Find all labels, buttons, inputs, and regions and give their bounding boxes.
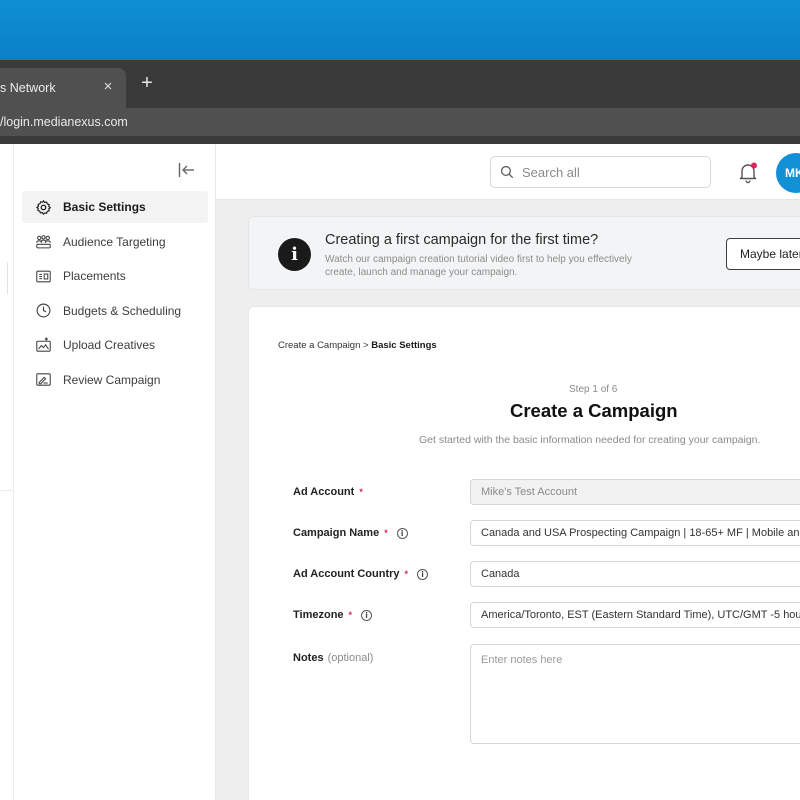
left-rail-divider — [0, 490, 14, 491]
timezone-field[interactable]: America/Toronto, EST (Eastern Standard T… — [470, 602, 800, 628]
country-label: Ad Account Country * i — [293, 568, 429, 580]
clock-icon — [34, 302, 52, 320]
gear-icon — [34, 198, 52, 216]
breadcrumb: Create a Campaign > Basic Settings — [278, 340, 437, 351]
campaign-form-card: Create a Campaign > Basic Settings Step … — [248, 306, 800, 800]
banner-subtitle: Watch our campaign creation tutorial vid… — [325, 254, 632, 278]
campaign-steps-sidebar: Basic Settings Audience Targeting Placem… — [14, 144, 216, 800]
sidebar-item-audience-targeting[interactable]: Audience Targeting — [22, 226, 208, 258]
notes-label-text: Notes — [293, 652, 324, 664]
main-content: MK i Creating a first campaign for the f… — [216, 144, 800, 800]
sidebar-item-label: Upload Creatives — [63, 338, 156, 352]
desktop-backdrop — [0, 0, 800, 60]
search-icon — [500, 165, 514, 179]
sidebar-nav: Basic Settings Audience Targeting Placem… — [22, 191, 208, 398]
maybe-later-button[interactable]: Maybe later — [726, 238, 800, 270]
collapse-left-icon[interactable] — [178, 162, 196, 178]
sidebar-item-label: Budgets & Scheduling — [63, 303, 182, 318]
ad-account-label: Ad Account * — [293, 486, 363, 498]
browser-chrome-divider — [0, 136, 800, 144]
review-icon — [34, 371, 52, 389]
notes-label: Notes (optional) — [293, 652, 373, 664]
required-mark: * — [359, 487, 363, 497]
sidebar-item-label: Basic Settings — [63, 200, 146, 214]
breadcrumb-current: Basic Settings — [371, 340, 437, 351]
address-bar[interactable]: /login.medianexus.com — [0, 108, 800, 136]
search-box[interactable] — [490, 156, 711, 188]
browser-tab-title: s Network — [0, 81, 56, 95]
upload-image-icon — [34, 336, 52, 354]
placements-icon — [34, 267, 52, 285]
notes-textarea[interactable] — [470, 644, 800, 744]
sidebar-item-review-campaign[interactable]: Review Campaign — [22, 364, 208, 396]
app-header: MK — [216, 144, 800, 200]
app-window: Basic Settings Audience Targeting Placem… — [0, 144, 800, 800]
sidebar-item-label: Review Campaign — [63, 372, 161, 387]
info-icon: i — [278, 238, 311, 271]
required-mark: * — [348, 610, 353, 620]
new-tab-icon[interactable]: + — [136, 72, 158, 94]
left-rail — [0, 144, 14, 800]
campaign-name-label-text: Campaign Name — [293, 527, 380, 539]
search-input[interactable] — [522, 164, 702, 180]
tutorial-banner: i Creating a first campaign for the firs… — [248, 216, 800, 290]
browser-tab[interactable]: s Network × — [0, 68, 126, 108]
campaign-name-label: Campaign Name * i — [293, 527, 408, 539]
info-icon[interactable]: i — [361, 609, 373, 621]
sidebar-item-label: Placements — [63, 269, 126, 283]
breadcrumb-separator: > — [363, 340, 369, 351]
sidebar-item-upload-creatives[interactable]: Upload Creatives — [22, 329, 208, 361]
info-icon[interactable]: i — [396, 527, 408, 539]
notification-bell-icon[interactable] — [736, 160, 760, 184]
optional-tag: (optional) — [327, 652, 374, 664]
page-title: Create a Campaign — [510, 400, 678, 421]
campaign-name-field[interactable]: Canada and USA Prospecting Campaign | 18… — [470, 520, 800, 546]
banner-title: Creating a first campaign for the first … — [325, 232, 599, 248]
step-indicator: Step 1 of 6 — [569, 384, 618, 395]
country-field[interactable]: Canada — [470, 561, 800, 587]
timezone-label-text: Timezone — [293, 609, 344, 621]
page-subtitle: Get started with the basic information n… — [419, 434, 761, 446]
country-label-text: Ad Account Country — [293, 568, 400, 580]
sidebar-item-budgets-scheduling[interactable]: Budgets & Scheduling — [22, 295, 208, 327]
address-url: /login.medianexus.com — [0, 115, 128, 129]
breadcrumb-parent[interactable]: Create a Campaign — [278, 340, 360, 351]
sidebar-item-basic-settings[interactable]: Basic Settings — [22, 191, 208, 223]
required-mark: * — [404, 569, 409, 579]
tab-close-icon[interactable]: × — [99, 78, 117, 96]
required-mark: * — [384, 528, 388, 538]
sidebar-item-label: Audience Targeting — [63, 234, 166, 249]
ad-account-label-text: Ad Account — [293, 486, 355, 498]
avatar[interactable]: MK — [776, 153, 800, 193]
sidebar-item-placements[interactable]: Placements — [22, 260, 208, 292]
ad-account-field: Mike's Test Account — [470, 479, 800, 505]
left-rail-marker — [0, 262, 8, 294]
timezone-label: Timezone * i — [293, 609, 373, 621]
info-icon[interactable]: i — [417, 568, 429, 580]
browser-tab-bar: s Network × + — [0, 60, 800, 108]
audience-icon — [34, 233, 52, 251]
